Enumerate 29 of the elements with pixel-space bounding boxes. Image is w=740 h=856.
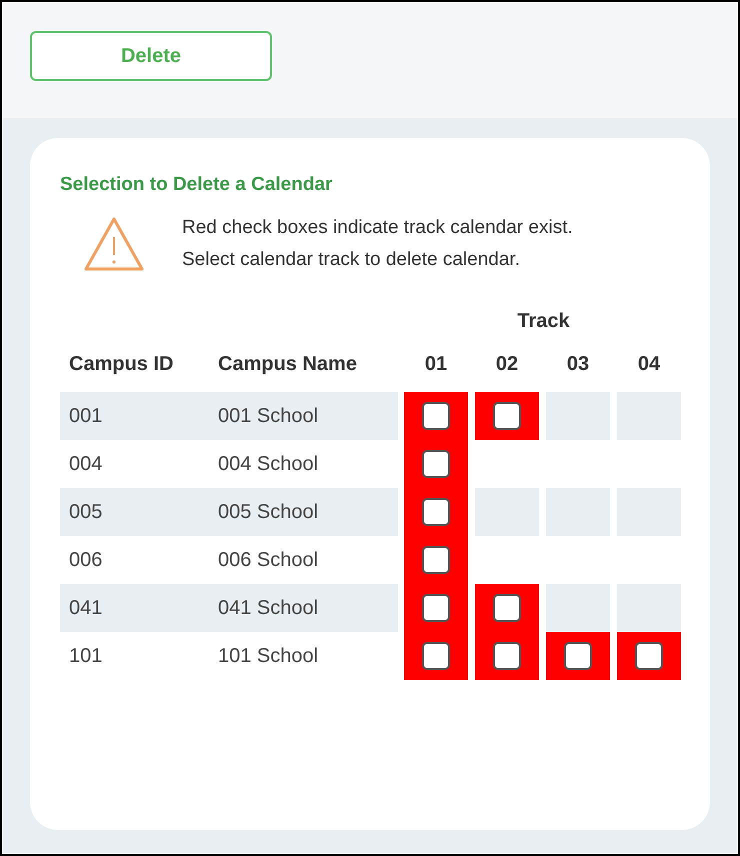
table-cell: 001 School [210, 392, 398, 440]
table-cell: 001 [60, 392, 210, 440]
group-header: Track [517, 310, 570, 332]
checkbox[interactable] [422, 642, 450, 670]
checkbox[interactable] [493, 642, 521, 670]
checkbox[interactable] [422, 546, 450, 574]
column-header: 02 [496, 353, 518, 375]
checkbox[interactable] [493, 402, 521, 430]
checkbox[interactable] [422, 594, 450, 622]
column-header: 03 [566, 353, 590, 375]
warning-icon [82, 215, 146, 273]
panel-title: Selection to Delete a Calendar [60, 173, 334, 197]
column-header: 01 [424, 353, 448, 375]
table-cell: 005 School [210, 488, 398, 536]
column-header: 04 [638, 353, 660, 375]
notice-text: Red check boxes indicate track calendar exist. [182, 216, 573, 240]
table-cell: 041 [60, 584, 210, 632]
checkbox[interactable] [422, 450, 450, 478]
column-header: Campus ID [69, 353, 174, 375]
table-cell: 041 School [210, 584, 398, 632]
notice-text: Select calendar track to delete calendar. [182, 248, 521, 272]
checkbox[interactable] [493, 594, 521, 622]
delete-button[interactable]: Delete [30, 31, 272, 81]
checkbox[interactable] [635, 642, 663, 670]
checkbox[interactable] [422, 498, 450, 526]
table-cell: 005 [60, 488, 210, 536]
checkbox[interactable] [564, 642, 592, 670]
checkbox[interactable] [422, 402, 450, 430]
column-header: Campus Name [218, 353, 357, 375]
